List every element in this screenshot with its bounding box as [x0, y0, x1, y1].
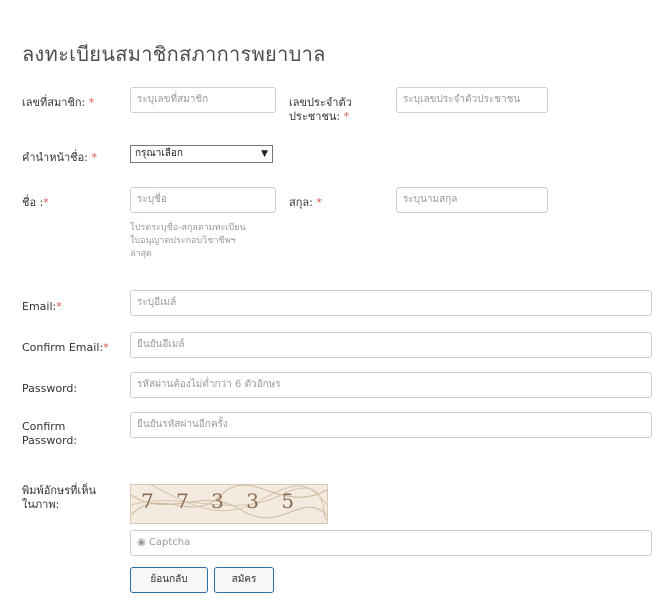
register-button[interactable]: สมัคร — [214, 567, 274, 593]
confirm-email-input[interactable]: ยืนยันอีเมล์ — [130, 332, 652, 358]
member-no-label: เลขที่สมาชิก: * — [22, 96, 95, 109]
first-name-input[interactable]: ระบุชื่อ — [130, 187, 276, 213]
password-input[interactable]: รหัสผ่านต้องไม่ต่ำกว่า 6 ตัวอักษร — [130, 372, 652, 398]
email-input[interactable]: ระบุอีเมล์ — [130, 290, 652, 316]
first-name-help-line: โปรดระบุชื่อ-สกุลตามทะเบียน — [130, 223, 246, 233]
member-no-input[interactable]: ระบุเลขที่สมาชิก — [130, 87, 276, 113]
captcha-input[interactable]: ◉ Captcha — [130, 530, 652, 556]
email-label: Email:* — [22, 300, 62, 313]
captcha-icon: ◉ — [137, 537, 146, 548]
first-name-help-line: ล่าสุด — [130, 249, 152, 259]
first-name-help-line: ใบอนุญาตประกอบวิชาชีพฯ — [130, 236, 236, 246]
page-title: ลงทะเบียนสมาชิกสภาการพยาบาล — [22, 42, 326, 66]
back-button[interactable]: ย้อนกลับ — [130, 567, 208, 593]
id-no-label: เลขประจำตัว ประชาชน: * — [289, 96, 352, 123]
prefix-select[interactable]: กรุณาเลือก ▼ — [130, 145, 273, 163]
captcha-label: พิมพ์อักษรที่เห็น ในภาพ: — [22, 484, 96, 511]
confirm-password-input[interactable]: ยืนยันรหัสผ่านอีกครั้ง — [130, 412, 652, 438]
captcha-placeholder: Captcha — [148, 537, 191, 548]
confirm-email-label: Confirm Email:* — [22, 341, 109, 354]
chevron-down-icon: ▼ — [261, 149, 268, 159]
first-name-label: ชื่อ :* — [22, 196, 49, 209]
password-label: Password: — [22, 382, 78, 395]
last-name-label: สกุล: * — [289, 196, 322, 209]
prefix-selected-value: กรุณาเลือก — [135, 148, 183, 159]
first-name-help: โปรดระบุชื่อ-สกุลตามทะเบียน ใบอนุญาตประก… — [130, 222, 246, 261]
confirm-password-label: Confirm Password: — [22, 420, 78, 447]
captcha-image: 7 7 3 3 5 — [130, 484, 328, 524]
prefix-label: คำนำหน้าชื่อ: * — [22, 151, 97, 164]
captcha-text: 7 7 3 3 5 — [141, 489, 303, 513]
last-name-input[interactable]: ระบุนามสกุล — [396, 187, 548, 213]
id-no-input[interactable]: ระบุเลขประจำตัวประชาชน — [396, 87, 548, 113]
